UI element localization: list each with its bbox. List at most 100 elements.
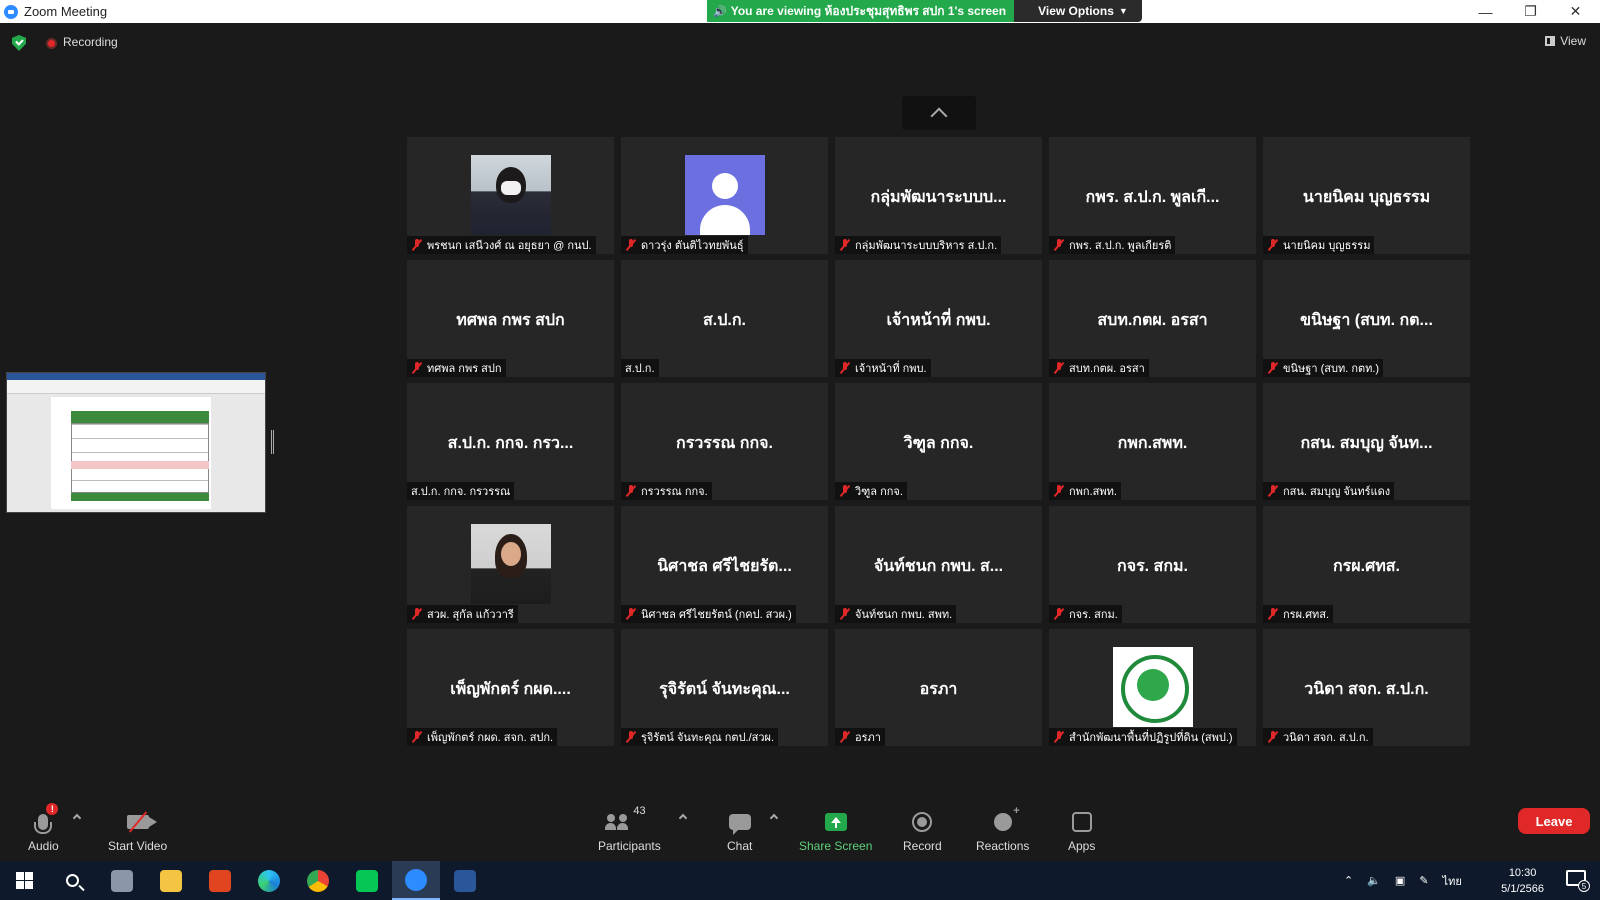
participant-tile[interactable]: กพร. ส.ป.ก. พูลเกี... กพร. ส.ป.ก. พูลเกีย… <box>1049 137 1256 254</box>
taskbar-clock[interactable]: 10:30 5/1/2566 <box>1501 865 1544 897</box>
participant-display-name: นิศาชล ศรีไชยรัต... <box>657 558 792 575</box>
document-highlight-row <box>71 461 209 469</box>
participant-name-tag: ส.ป.ก. <box>621 359 659 377</box>
reactions-button[interactable]: Reactions <box>976 805 1029 853</box>
shared-screen-thumbnail[interactable] <box>6 372 266 513</box>
office-icon[interactable] <box>196 861 244 900</box>
gallery-previous-page-button[interactable] <box>902 96 976 130</box>
muted-microphone-icon <box>839 362 851 374</box>
participant-display-name: เพ็ญพักตร์ กผด.... <box>450 681 571 698</box>
participant-display-name: กรวรรณ กกจ. <box>676 435 773 452</box>
apps-button[interactable]: Apps <box>1068 809 1095 853</box>
view-button[interactable]: View <box>1545 34 1586 48</box>
participant-tile[interactable]: นิศาชล ศรีไชยรัต... นิศาชล ศรีไชยรัตน์ (ก… <box>621 506 828 623</box>
participant-tile[interactable]: กสน. สมบุญ จันท... กสน. สมบุญ จันทร์แดง <box>1263 383 1470 500</box>
participant-tile[interactable]: กรผ.ศทส. กรผ.ศทส. <box>1263 506 1470 623</box>
participant-tile[interactable]: เจ้าหน้าที่ กพบ. เจ้าหน้าที่ กพบ. <box>835 260 1042 377</box>
muted-microphone-icon <box>1267 239 1279 251</box>
participant-tile[interactable]: กจร. สกม. กจร. สกม. <box>1049 506 1256 623</box>
participant-tile[interactable]: สำนักพัฒนาพื้นที่ปฏิรูปที่ดิน (สพป.) <box>1049 629 1256 746</box>
participant-display-name: นายนิคม บุญธรรม <box>1302 189 1431 206</box>
line-icon[interactable] <box>343 861 391 900</box>
participant-tile[interactable]: อรภา อรภา <box>835 629 1042 746</box>
participant-tile[interactable]: รุจิรัตน์ จันทะคุณ... รุจิรัตน์ จันทะคุณ … <box>621 629 828 746</box>
close-icon[interactable]: ✕ <box>1553 0 1598 23</box>
chevron-up-icon[interactable]: ⌃ <box>1344 874 1353 887</box>
participant-display-name: กลุ่มพัฒนาระบบบ... <box>870 189 1007 206</box>
view-label: View <box>1560 34 1586 48</box>
minimize-icon[interactable]: — <box>1463 0 1508 23</box>
participant-tile[interactable]: กลุ่มพัฒนาระบบบ... กลุ่มพัฒนาระบบบริหาร ส… <box>835 137 1042 254</box>
participant-display-name: ส.ป.ก. กกจ. กรว... <box>447 435 574 452</box>
participant-display-name: เจ้าหน้าที่ กพบ. <box>886 312 991 329</box>
participant-tile[interactable]: ขนิษฐา (สบท. กต... ขนิษฐา (สบท. กตท.) <box>1263 260 1470 377</box>
restore-icon[interactable]: ❐ <box>1508 0 1553 23</box>
pen-icon[interactable]: ✎ <box>1419 874 1428 887</box>
participant-name: อรภา <box>855 732 881 744</box>
participant-tile[interactable]: ส.ป.ก. ส.ป.ก. <box>621 260 828 377</box>
participant-display-name: ส.ป.ก. <box>703 312 746 329</box>
participant-tile[interactable]: กพก.สพท. กพก.สพท. <box>1049 383 1256 500</box>
language-indicator[interactable]: ไทย <box>1443 872 1462 890</box>
participant-name-tag: กพร. ส.ป.ก. พูลเกียรติ <box>1049 236 1176 254</box>
muted-microphone-icon <box>839 485 851 497</box>
participant-tile[interactable]: พรชนก เสนีวงศ์ ณ อยุธยา @ กนป. <box>407 137 614 254</box>
participant-tile[interactable]: สบท.กตผ. อรสา สบท.กตผ. อรสา <box>1049 260 1256 377</box>
participant-tile[interactable]: ทศพล กพร สปก ทศพล กพร สปก <box>407 260 614 377</box>
record-button[interactable]: Record <box>903 809 942 853</box>
share-screen-button[interactable]: Share Screen <box>799 809 872 853</box>
muted-microphone-icon <box>839 731 851 743</box>
participant-name: กรผ.ศทส. <box>1283 609 1330 621</box>
participant-display-name: กพก.สพท. <box>1117 435 1188 452</box>
chat-button[interactable]: Chat <box>727 809 752 853</box>
start-video-button[interactable]: Start Video <box>108 809 167 853</box>
participant-tile[interactable]: จันท์ชนก กพบ. ส... จันท์ชนก กพบ. สพท. <box>835 506 1042 623</box>
participant-name: สบท.กตผ. อรสา <box>1069 363 1145 375</box>
system-tray: ⌃ 🔈 ▣ ✎ ไทย <box>1344 861 1462 900</box>
participant-name-tag: ดาวรุ่ง ตันติไวทยพันธุ์ <box>621 236 748 254</box>
audio-options-caret-icon[interactable] <box>72 813 82 823</box>
participant-tile[interactable]: เพ็ญพักตร์ กผด.... เพ็ญพักตร์ กผด. สจก. ส… <box>407 629 614 746</box>
chevron-up-icon <box>930 107 948 125</box>
participant-name: สำนักพัฒนาพื้นที่ปฏิรูปที่ดิน (สพป.) <box>1069 732 1233 744</box>
participant-name-tag: อรภา <box>835 728 885 746</box>
participant-tile[interactable]: วนิดา สจก. ส.ป.ก. วนิดา สจก. ส.ป.ก. <box>1263 629 1470 746</box>
participant-tile[interactable]: ส.ป.ก. กกจ. กรว... ส.ป.ก. กกจ. กรวรรณ <box>407 383 614 500</box>
participants-button[interactable]: 43 Participants <box>598 805 661 853</box>
participant-tile[interactable]: กรวรรณ กกจ. กรวรรณ กกจ. <box>621 383 828 500</box>
network-icon[interactable]: ▣ <box>1395 874 1405 887</box>
edge-icon[interactable] <box>245 861 293 900</box>
participant-tile[interactable]: วิฑูล กกจ. วิฑูล กกจ. <box>835 383 1042 500</box>
participant-name-tag: เพ็ญพักตร์ กผด. สจก. สปก. <box>407 728 558 746</box>
speaker-icon: 🔊 <box>713 5 727 18</box>
file-explorer-icon[interactable] <box>147 861 195 900</box>
volume-icon[interactable]: 🔈 <box>1367 874 1381 887</box>
participant-tile[interactable]: สวผ. สุกัล แก้ววารี <box>407 506 614 623</box>
participant-tile[interactable]: นายนิคม บุญธรรม นายนิคม บุญธรรม <box>1263 137 1470 254</box>
participant-display-name: กจร. สกม. <box>1117 558 1188 575</box>
participant-tile[interactable]: ดาวรุ่ง ตันติไวทยพันธุ์ <box>621 137 828 254</box>
search-icon[interactable] <box>48 861 96 900</box>
participants-label: Participants <box>598 839 661 853</box>
participants-options-caret-icon[interactable] <box>678 813 688 823</box>
chrome-icon[interactable] <box>294 861 342 900</box>
muted-microphone-icon <box>1267 731 1279 743</box>
view-options-button[interactable]: View Options ▼ <box>1014 0 1142 22</box>
audio-button[interactable]: ! Audio <box>28 803 59 853</box>
recording-indicator-icon <box>46 38 57 49</box>
word-icon[interactable] <box>441 861 489 900</box>
leave-button[interactable]: Leave <box>1518 808 1590 834</box>
security-shield-icon[interactable] <box>12 35 26 51</box>
record-icon <box>912 812 933 832</box>
windows-start-icon[interactable] <box>0 861 48 900</box>
participant-display-name: ขนิษฐา (สบท. กต... <box>1300 312 1433 329</box>
chat-options-caret-icon[interactable] <box>769 813 779 823</box>
zoom-app-icon[interactable] <box>98 861 146 900</box>
split-view-resize-handle[interactable] <box>271 430 274 454</box>
participant-name-tag: วิฑูล กกจ. <box>835 482 907 500</box>
participant-display-name: วนิดา สจก. ส.ป.ก. <box>1304 681 1429 698</box>
zoom-icon[interactable] <box>392 861 440 900</box>
participant-name: เจ้าหน้าที่ กพบ. <box>855 363 927 375</box>
window-title: Zoom Meeting <box>24 4 108 19</box>
participant-name-tag: ทศพล กพร สปก <box>407 359 506 377</box>
